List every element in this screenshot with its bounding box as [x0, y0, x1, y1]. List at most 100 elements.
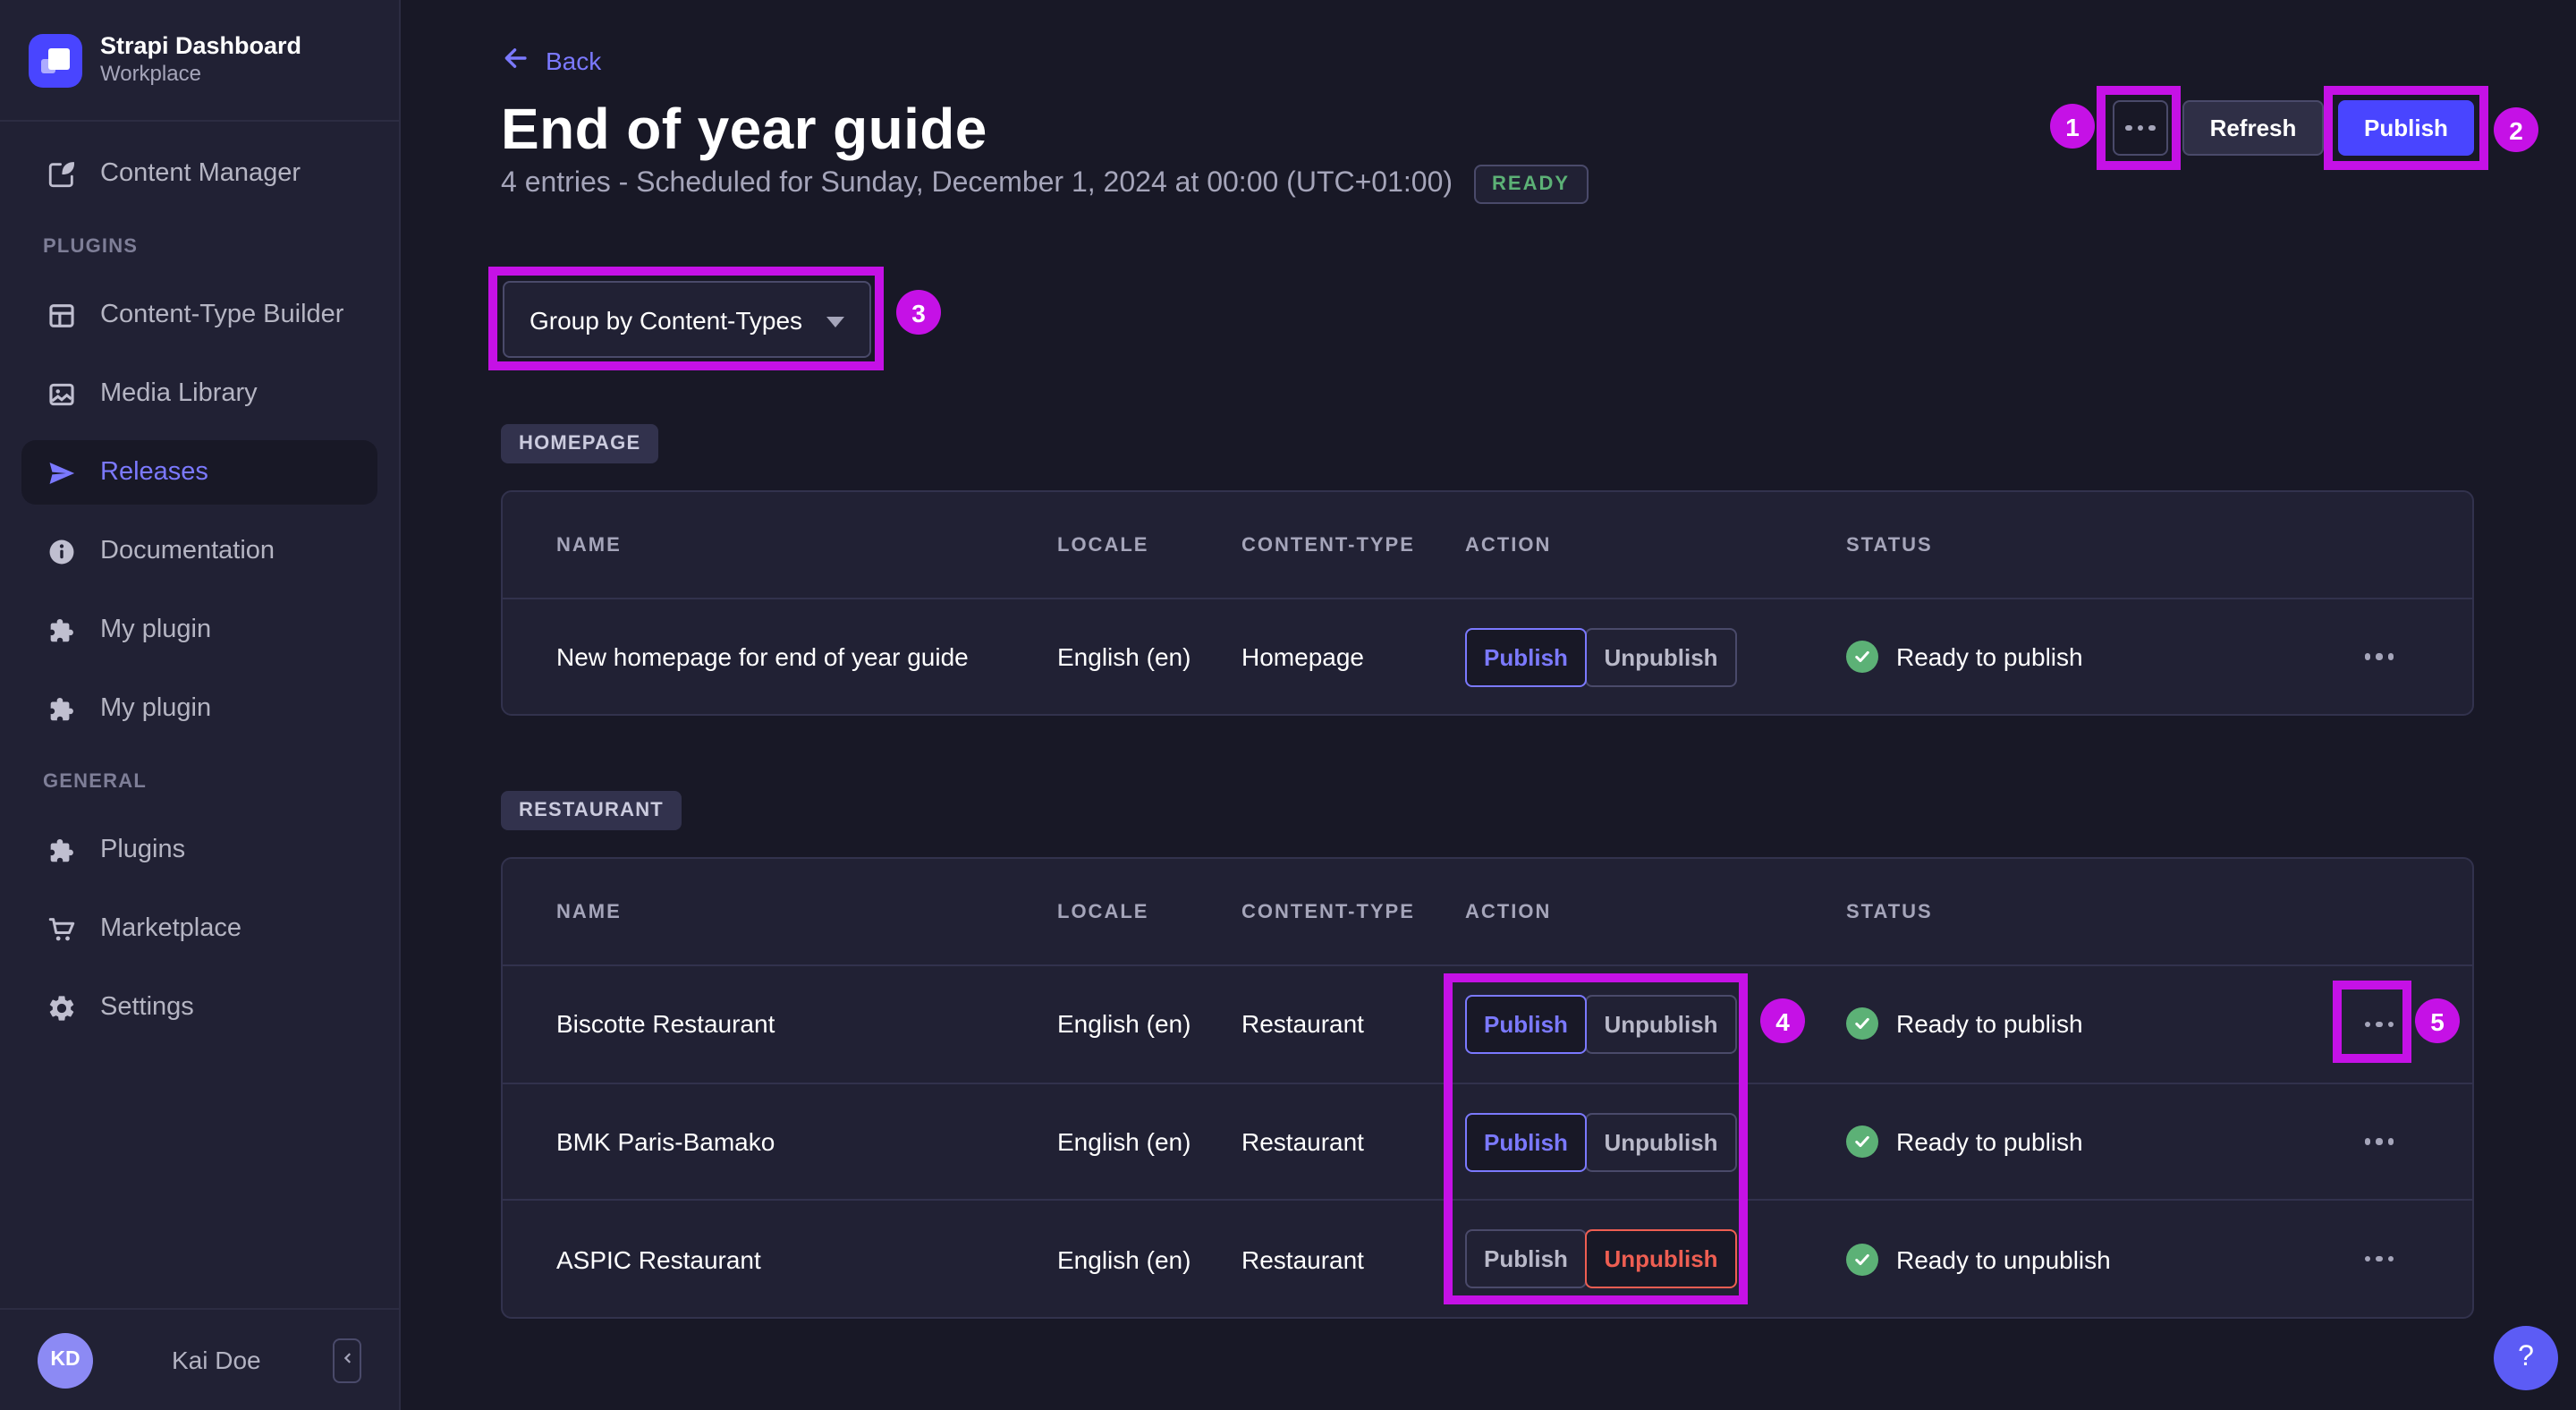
- status-label: Ready to publish: [1896, 642, 2083, 671]
- status-label: Ready to unpublish: [1896, 1244, 2111, 1274]
- sidebar-collapse-button[interactable]: [333, 1338, 361, 1382]
- unpublish-toggle-button[interactable]: Unpublish: [1585, 994, 1737, 1054]
- group-by-select[interactable]: Group by Content-Types: [503, 281, 871, 358]
- chevron-left-icon: [339, 1346, 355, 1373]
- ellipsis-icon: [2364, 1255, 2394, 1262]
- annotation-marker-2: 2: [2494, 107, 2538, 152]
- sidebar-item-my-plugin-2[interactable]: My plugin: [21, 676, 377, 741]
- table-row: Biscotte Restaurant English (en) Restaur…: [503, 964, 2472, 1082]
- check-circle-icon: [1846, 641, 1878, 673]
- row-more-actions-button[interactable]: [2358, 1014, 2402, 1034]
- column-header-action: ACTION: [1465, 534, 1552, 556]
- status-badge: READY: [1474, 165, 1589, 204]
- avatar[interactable]: KD: [38, 1332, 93, 1388]
- sidebar-item-documentation[interactable]: Documentation: [21, 519, 377, 583]
- header-actions: Refresh Publish: [2113, 100, 2474, 156]
- entry-locale: English (en): [1057, 1244, 1191, 1274]
- back-link[interactable]: Back: [501, 43, 601, 79]
- release-more-actions-button[interactable]: [2113, 100, 2168, 156]
- ellipsis-icon: [2364, 653, 2394, 660]
- unpublish-toggle-button[interactable]: Unpublish: [1585, 1229, 1737, 1289]
- image-icon: [47, 378, 77, 409]
- sidebar-nav: Content Manager PLUGINS Content-Type Bui…: [0, 122, 399, 1308]
- table-row: BMK Paris-Bamako English (en) Restaurant…: [503, 1082, 2472, 1199]
- sidebar-item-content-type-builder[interactable]: Content-Type Builder: [21, 283, 377, 347]
- ellipsis-icon: [2125, 124, 2156, 132]
- table-header-row: NAME LOCALE CONTENT-TYPE ACTION STATUS: [503, 859, 2472, 964]
- publish-toggle-button[interactable]: Publish: [1465, 1112, 1587, 1171]
- release-meta: 4 entries - Scheduled for Sunday, Decemb…: [501, 165, 1589, 204]
- sidebar-item-releases[interactable]: Releases: [21, 440, 377, 505]
- gear-icon: [47, 992, 77, 1023]
- entry-content-type: Homepage: [1241, 642, 1364, 671]
- app-window: Strapi Dashboard Workplace Content Manag…: [0, 0, 2576, 1410]
- check-circle-icon: [1846, 1125, 1878, 1158]
- entry-name: New homepage for end of year guide: [556, 642, 969, 671]
- publish-release-button[interactable]: Publish: [2338, 100, 2474, 156]
- ellipsis-icon: [2364, 1138, 2394, 1145]
- sidebar-item-plugins[interactable]: Plugins: [21, 818, 377, 882]
- sidebar-item-label: Documentation: [100, 537, 275, 565]
- column-header-locale: LOCALE: [1057, 901, 1149, 922]
- entry-status: Ready to publish: [1846, 1125, 2340, 1158]
- unpublish-toggle-button[interactable]: Unpublish: [1585, 627, 1737, 686]
- ellipsis-icon: [2364, 1021, 2394, 1028]
- publish-toggle-button[interactable]: Publish: [1465, 1229, 1587, 1289]
- status-label: Ready to publish: [1896, 1009, 2083, 1039]
- column-header-content-type: CONTENT-TYPE: [1241, 901, 1415, 922]
- sidebar-item-label: Marketplace: [100, 914, 242, 943]
- group-by-value: Group by Content-Types: [530, 305, 803, 334]
- column-header-name: NAME: [556, 534, 622, 556]
- page-title: End of year guide: [501, 97, 987, 161]
- sidebar-item-media-library[interactable]: Media Library: [21, 361, 377, 426]
- pen-square-icon: [47, 158, 77, 189]
- brand-title: Strapi Dashboard: [100, 31, 302, 59]
- sidebar-section-general: GENERAL: [43, 771, 147, 793]
- restaurant-table: NAME LOCALE CONTENT-TYPE ACTION STATUS B…: [501, 857, 2474, 1319]
- check-circle-icon: [1846, 1243, 1878, 1276]
- sidebar-item-label: Content-Type Builder: [100, 301, 344, 329]
- puzzle-piece-icon: [47, 615, 77, 645]
- chevron-down-icon: [826, 303, 844, 336]
- sidebar-item-content-manager[interactable]: Content Manager: [21, 141, 377, 206]
- row-more-actions-button[interactable]: [2358, 1132, 2402, 1152]
- column-header-action: ACTION: [1465, 901, 1552, 922]
- refresh-button[interactable]: Refresh: [2182, 100, 2324, 156]
- sidebar-item-label: My plugin: [100, 616, 212, 644]
- table-row: New homepage for end of year guide Engli…: [503, 598, 2472, 714]
- sidebar-item-marketplace[interactable]: Marketplace: [21, 896, 377, 961]
- sidebar-item-label: Settings: [100, 993, 194, 1022]
- puzzle-piece-icon: [47, 835, 77, 865]
- column-header-locale: LOCALE: [1057, 534, 1149, 556]
- brand-header: Strapi Dashboard Workplace: [0, 0, 399, 122]
- release-subtitle: 4 entries - Scheduled for Sunday, Decemb…: [501, 168, 1453, 199]
- row-more-actions-button[interactable]: [2358, 1249, 2402, 1270]
- action-toggle: Publish Unpublish: [1465, 627, 1846, 686]
- sidebar-item-label: My plugin: [100, 694, 212, 723]
- sidebar-item-label: Releases: [100, 458, 208, 487]
- strapi-logo-icon: [29, 33, 82, 87]
- back-label: Back: [546, 47, 602, 75]
- sidebar-footer: KD Kai Doe: [0, 1308, 399, 1410]
- help-button[interactable]: ?: [2494, 1326, 2558, 1390]
- action-toggle: Publish Unpublish: [1465, 1229, 1846, 1289]
- publish-toggle-button[interactable]: Publish: [1465, 994, 1587, 1054]
- sidebar-item-my-plugin-1[interactable]: My plugin: [21, 598, 377, 662]
- shopping-cart-icon: [47, 913, 77, 944]
- unpublish-toggle-button[interactable]: Unpublish: [1585, 1112, 1737, 1171]
- annotation-marker-1: 1: [2050, 104, 2095, 149]
- brand-text: Strapi Dashboard Workplace: [100, 32, 301, 89]
- entry-locale: English (en): [1057, 642, 1191, 671]
- row-more-actions-button[interactable]: [2358, 647, 2402, 667]
- check-circle-icon: [1846, 1007, 1878, 1041]
- sidebar-item-label: Plugins: [100, 836, 186, 864]
- entry-name: BMK Paris-Bamako: [556, 1127, 775, 1156]
- layout-grid-icon: [47, 300, 77, 330]
- action-toggle: Publish Unpublish: [1465, 1112, 1846, 1171]
- publish-toggle-button[interactable]: Publish: [1465, 627, 1587, 686]
- entry-status: Ready to publish: [1846, 641, 2340, 673]
- status-label: Ready to publish: [1896, 1127, 2083, 1156]
- sidebar-item-settings[interactable]: Settings: [21, 975, 377, 1040]
- annotation-marker-3: 3: [896, 290, 941, 335]
- info-circle-icon: [47, 536, 77, 566]
